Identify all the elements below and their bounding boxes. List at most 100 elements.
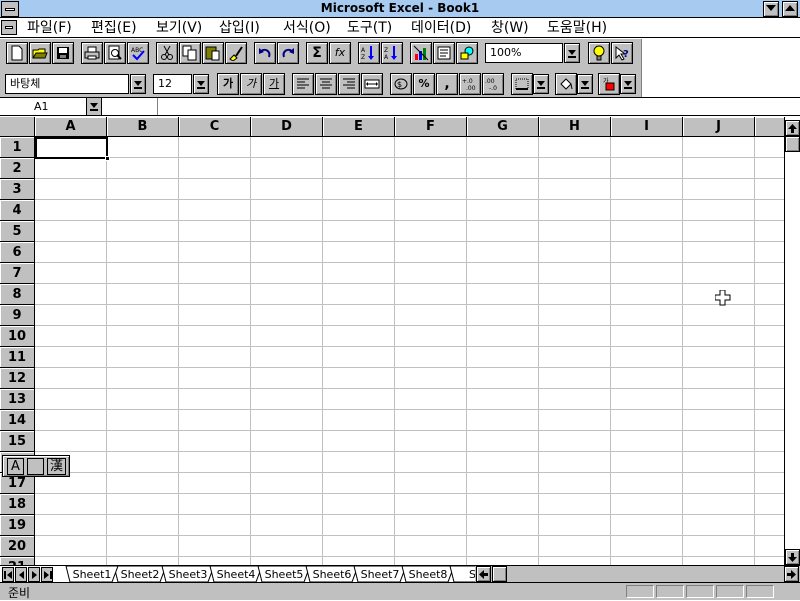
scroll-up-button[interactable] [785,120,800,136]
tip-wizard-button[interactable] [588,42,610,64]
worksheet-grid[interactable]: ABCDEFGHIJ 12345678910111213141516171819… [0,117,784,565]
fill-color-button[interactable] [555,73,577,95]
function-wizard-button[interactable]: fx [329,42,351,64]
chart-wizard-button[interactable] [410,42,432,64]
autosum-button[interactable]: Σ [306,42,328,64]
save-button[interactable] [52,42,74,64]
help-button[interactable]: ? [611,42,633,64]
currency-style-button[interactable]: $ [390,73,412,95]
row-header[interactable]: 12 [0,368,35,389]
column-header-partial[interactable] [755,117,784,137]
underline-button[interactable]: 가 [263,73,285,95]
sheet-tab[interactable]: Sh [449,566,475,583]
ime-hanja-mode-button[interactable]: 漢 [47,458,66,475]
row-header[interactable]: 20 [0,536,35,557]
row-header[interactable]: 7 [0,263,35,284]
undo-button[interactable] [254,42,276,64]
row-header[interactable]: 19 [0,515,35,536]
sort-descending-button[interactable]: ZA [381,42,403,64]
format-painter-button[interactable] [225,42,247,64]
text-box-button[interactable] [433,42,455,64]
menu-insert[interactable]: 삽입(I) [219,19,260,37]
font-color-dropdown-button[interactable] [620,74,636,94]
align-left-button[interactable] [292,73,314,95]
ime-fullwidth-mode-button[interactable] [27,458,44,475]
spelling-button[interactable]: ABC [127,42,149,64]
percent-style-button[interactable]: % [413,73,435,95]
sheet-tab[interactable]: Sheet8 [401,566,455,583]
row-header[interactable]: 5 [0,221,35,242]
row-header[interactable]: 13 [0,389,35,410]
sheet-tab[interactable]: Sheet7 [353,566,407,583]
print-button[interactable] [81,42,103,64]
vertical-scroll-thumb[interactable] [785,136,800,152]
zoom-dropdown-button[interactable] [564,43,580,63]
sheet-tab-active[interactable]: Sheet1 [65,566,119,583]
column-header[interactable]: I [611,117,683,137]
column-header[interactable]: A [35,117,107,137]
row-header[interactable]: 2 [0,158,35,179]
menu-file[interactable]: 파일(F) [27,19,72,37]
cut-button[interactable] [156,42,178,64]
menu-data[interactable]: 데이터(D) [411,19,471,37]
column-header[interactable]: E [323,117,395,137]
bold-button[interactable]: 가 [217,73,239,95]
minimize-button[interactable] [763,1,779,17]
borders-dropdown-button[interactable] [533,74,549,94]
maximize-button[interactable] [782,1,798,17]
scroll-left-button[interactable] [476,566,491,582]
sort-ascending-button[interactable]: AZ [358,42,380,64]
column-header[interactable]: G [467,117,539,137]
italic-button[interactable]: 가 [240,73,262,95]
decrease-decimal-button[interactable]: .00 -.0 [482,73,504,95]
prev-sheet-button[interactable] [15,567,27,582]
align-center-button[interactable] [315,73,337,95]
row-header[interactable]: 4 [0,200,35,221]
align-right-button[interactable] [338,73,360,95]
name-box[interactable]: A1 [0,98,86,115]
menu-help[interactable]: 도움말(H) [547,19,607,37]
name-box-dropdown-button[interactable] [86,98,102,115]
font-name-field[interactable]: 바탕체 [5,74,129,94]
column-header[interactable]: J [683,117,755,137]
borders-button[interactable] [511,73,533,95]
document-system-menu-button[interactable] [1,20,17,35]
sheet-tab[interactable]: Sheet3 [161,566,215,583]
active-cell-a1[interactable] [35,137,110,161]
scroll-right-button[interactable] [784,566,799,582]
row-header[interactable]: 21 [0,557,35,565]
column-header[interactable]: D [251,117,323,137]
column-header[interactable]: B [107,117,179,137]
comma-style-button[interactable]: , [436,73,458,95]
open-file-button[interactable] [29,42,51,64]
sheet-tab[interactable]: Sheet2 [113,566,167,583]
horizontal-scroll-thumb[interactable] [492,566,507,582]
print-preview-button[interactable] [104,42,126,64]
row-header[interactable]: 8 [0,284,35,305]
menu-tools[interactable]: 도구(T) [347,19,392,37]
font-name-dropdown-button[interactable] [130,74,146,94]
paste-button[interactable] [202,42,224,64]
ime-alpha-mode-button[interactable]: A [7,458,24,475]
menu-window[interactable]: 창(W) [491,19,529,37]
select-all-corner[interactable] [0,117,35,137]
scroll-down-button[interactable] [785,549,800,565]
menu-view[interactable]: 보기(V) [156,19,202,37]
zoom-field[interactable]: 100% [485,43,563,63]
vertical-scrollbar[interactable] [784,117,800,565]
sheet-tab[interactable]: Sheet6 [305,566,359,583]
fill-color-dropdown-button[interactable] [577,74,593,94]
row-header[interactable]: 9 [0,305,35,326]
copy-button[interactable] [179,42,201,64]
fill-handle[interactable] [105,156,110,161]
menu-format[interactable]: 서식(O) [283,19,331,37]
column-header[interactable]: H [539,117,611,137]
font-size-field[interactable]: 12 [153,74,192,94]
first-sheet-button[interactable] [2,567,14,582]
column-header[interactable]: F [395,117,467,137]
new-file-button[interactable] [6,42,28,64]
last-sheet-button[interactable] [41,567,53,582]
next-sheet-button[interactable] [28,567,40,582]
merge-center-button[interactable] [361,73,383,95]
menu-edit[interactable]: 편집(E) [91,19,137,37]
